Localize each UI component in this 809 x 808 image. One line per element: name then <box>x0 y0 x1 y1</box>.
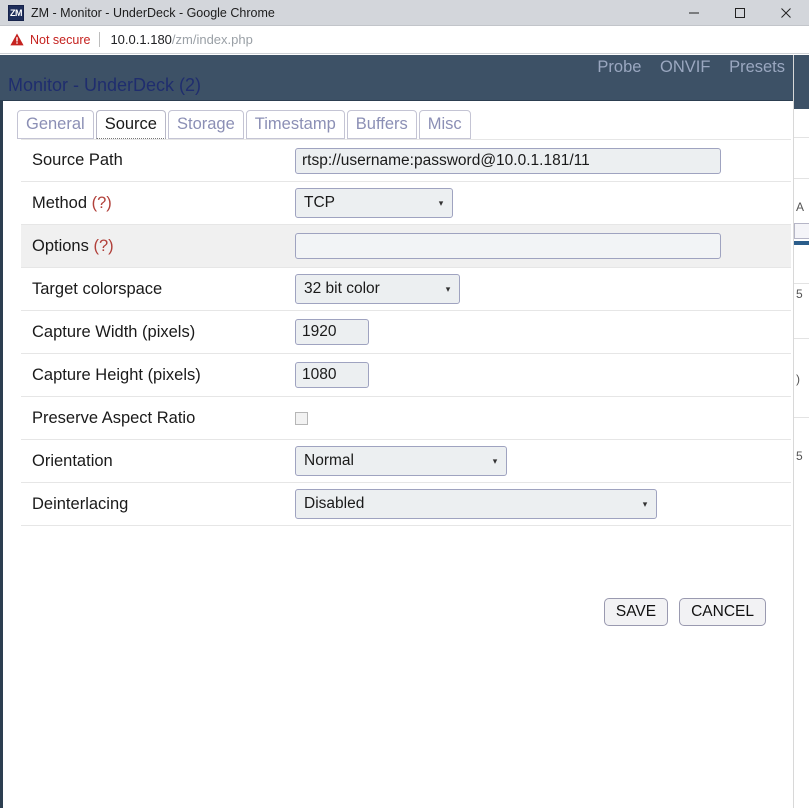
security-status-label: Not secure <box>30 32 91 47</box>
page-title: Monitor - UnderDeck (2) <box>8 75 202 95</box>
label-method: Method (?) <box>32 194 295 213</box>
sliver-fragment: ) <box>796 372 800 386</box>
sliver-fragment: A <box>796 200 805 214</box>
chevron-down-icon: ▾ <box>438 197 444 208</box>
source-settings-form: Source Path Method (?) TCP ▾ Options (?)… <box>21 139 791 526</box>
label-source-path: Source Path <box>32 151 123 169</box>
chevron-down-icon: ▾ <box>642 498 648 509</box>
row-orientation: Orientation Normal ▾ <box>21 440 791 483</box>
minimize-icon[interactable] <box>671 0 717 26</box>
label-options-text: Options <box>32 236 89 255</box>
window-controls <box>671 0 809 26</box>
tab-misc[interactable]: Misc <box>418 110 471 139</box>
chevron-down-icon: ▾ <box>492 455 498 466</box>
label-method-text: Method <box>32 193 88 212</box>
options-input[interactable] <box>295 233 721 259</box>
nav-link-onvif[interactable]: ONVIF <box>660 58 710 76</box>
monitor-source-modal: General Source Storage Timestamp Buffers… <box>0 100 793 808</box>
tab-timestamp[interactable]: Timestamp <box>245 110 345 139</box>
orientation-select-value: Normal <box>304 452 354 469</box>
options-help-link[interactable]: (?) <box>93 237 113 255</box>
label-orientation: Orientation <box>32 451 113 470</box>
background-page-sliver: A 5 ) 5 <box>793 55 809 808</box>
deinterlacing-select[interactable]: Disabled ▾ <box>295 489 657 519</box>
method-help-link[interactable]: (?) <box>92 194 112 212</box>
omnibox-divider <box>99 32 101 47</box>
target-colorspace-value: 32 bit color <box>304 280 380 297</box>
preserve-aspect-ratio-checkbox[interactable] <box>295 411 308 425</box>
tab-storage[interactable]: Storage <box>167 110 244 139</box>
method-select[interactable]: TCP ▾ <box>295 188 453 218</box>
row-deinterlacing: Deinterlacing Disabled ▾ <box>21 483 791 526</box>
capture-height-input[interactable] <box>295 362 369 388</box>
url-path: /zm/index.php <box>171 32 253 47</box>
label-capture-width: Capture Width (pixels) <box>32 322 196 341</box>
browser-titlebar: ZM ZM - Monitor - UnderDeck - Google Chr… <box>0 0 809 26</box>
chevron-down-icon: ▾ <box>445 283 451 294</box>
row-preserve-aspect-ratio: Preserve Aspect Ratio <box>21 397 791 440</box>
window-title: ZM - Monitor - UnderDeck - Google Chrome <box>31 5 275 20</box>
row-options: Options (?) <box>21 225 791 268</box>
url-host: 10.0.1.180 <box>110 32 172 47</box>
label-capture-height: Capture Height (pixels) <box>32 365 201 384</box>
label-options: Options (?) <box>32 237 295 256</box>
capture-width-input[interactable] <box>295 319 369 345</box>
row-capture-height: Capture Height (pixels) <box>21 354 791 397</box>
maximize-icon[interactable] <box>717 0 763 26</box>
page-viewport: Probe ONVIF Presets Monitor - UnderDeck … <box>0 55 809 808</box>
address-bar[interactable]: Not secure 10.0.1.180/zm/index.php <box>0 26 809 54</box>
tab-buffers[interactable]: Buffers <box>346 110 417 139</box>
target-colorspace-select[interactable]: 32 bit color ▾ <box>295 274 460 304</box>
url-text[interactable]: 10.0.1.180/zm/index.php <box>110 32 252 47</box>
sliver-fragment: 5 <box>796 287 803 301</box>
orientation-select[interactable]: Normal ▾ <box>295 446 507 476</box>
sliver-input-fragment[interactable] <box>794 223 809 239</box>
deinterlacing-select-value: Disabled <box>304 495 365 512</box>
row-method: Method (?) TCP ▾ <box>21 182 791 225</box>
tab-strip: General Source Storage Timestamp Buffers… <box>17 110 473 139</box>
label-deinterlacing: Deinterlacing <box>32 494 129 513</box>
tab-source[interactable]: Source <box>95 110 166 139</box>
zm-logo-icon: ZM <box>8 4 24 21</box>
close-icon[interactable] <box>763 0 809 26</box>
method-select-value: TCP <box>304 194 335 211</box>
nav-link-probe[interactable]: Probe <box>597 58 641 76</box>
label-preserve-aspect-ratio: Preserve Aspect Ratio <box>32 408 196 427</box>
header-nav: Probe ONVIF Presets <box>583 58 785 77</box>
cancel-button[interactable]: CANCEL <box>679 598 766 626</box>
row-target-colorspace: Target colorspace 32 bit color ▾ <box>21 268 791 311</box>
save-button[interactable]: SAVE <box>603 598 669 626</box>
tab-general[interactable]: General <box>17 110 94 139</box>
modal-button-row: SAVE CANCEL <box>603 598 766 626</box>
source-path-input[interactable] <box>295 147 721 174</box>
warning-triangle-icon[interactable] <box>10 33 24 46</box>
sliver-header-band <box>794 55 809 109</box>
label-target-colorspace: Target colorspace <box>32 279 163 298</box>
row-source-path: Source Path <box>21 139 791 182</box>
row-capture-width: Capture Width (pixels) <box>21 311 791 354</box>
nav-link-presets[interactable]: Presets <box>729 58 785 76</box>
sliver-fragment: 5 <box>796 449 803 463</box>
